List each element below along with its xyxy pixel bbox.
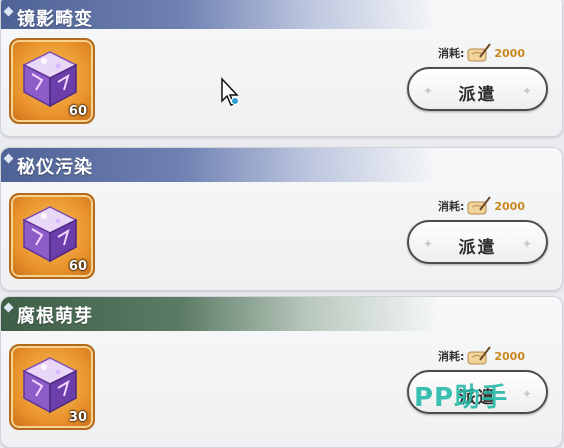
watermark: PP助手 — [414, 383, 509, 413]
mission-card: 秘仪污染 60 消耗: 2000 ✦ 派遣 ✦ — [0, 147, 563, 291]
mission-title: 秘仪污染 — [17, 157, 93, 178]
dispatch-button[interactable]: ✦ 派遣 ✦ — [407, 220, 548, 264]
cost-value: 2000 — [494, 46, 525, 60]
crystal-cube-icon — [22, 51, 78, 108]
mission-title: 镜影畸变 — [17, 9, 93, 30]
card-header: 腐根萌芽 — [1, 297, 562, 331]
item-count: 30 — [68, 410, 87, 425]
item-count: 60 — [68, 259, 87, 274]
mission-title: 腐根萌芽 — [17, 306, 93, 327]
card-header: 秘仪污染 — [1, 148, 562, 182]
mission-card: 腐根萌芽 30 消耗: 2000 ✦ 派遣 ✦ — [0, 296, 563, 448]
scroll-quill-icon — [467, 346, 492, 365]
reward-item-slot[interactable]: 30 — [9, 344, 95, 430]
cost-display: 消耗: 2000 — [438, 196, 525, 216]
crystal-cube-icon — [22, 206, 78, 263]
cost-label: 消耗: — [437, 200, 465, 213]
mouse-cursor-icon — [221, 77, 239, 106]
scroll-quill-icon — [467, 43, 492, 62]
diamond-icon — [3, 6, 14, 17]
reward-item-slot[interactable]: 60 — [9, 38, 95, 124]
item-count: 60 — [68, 104, 87, 119]
diamond-icon — [3, 302, 14, 313]
cost-value: 2000 — [494, 349, 525, 363]
scroll-quill-icon — [467, 196, 492, 215]
dispatch-button[interactable]: ✦ 派遣 ✦ — [407, 67, 548, 111]
cost-label: 消耗: — [437, 47, 465, 60]
diamond-icon — [3, 153, 14, 164]
card-header: 镜影畸变 — [1, 0, 562, 30]
button-decoration-right: ✦ — [521, 387, 532, 401]
mission-card: 镜影畸变 60 消耗: 2000 ✦ 派遣 ✦ — [0, 0, 563, 137]
cost-label: 消耗: — [437, 350, 465, 363]
cost-display: 消耗: 2000 — [438, 43, 525, 63]
button-decoration-right: ✦ — [521, 84, 532, 98]
button-decoration-right: ✦ — [521, 237, 532, 251]
cost-display: 消耗: 2000 — [438, 346, 525, 366]
reward-item-slot[interactable]: 60 — [9, 193, 95, 279]
crystal-cube-icon — [22, 357, 78, 414]
cost-value: 2000 — [494, 199, 525, 213]
